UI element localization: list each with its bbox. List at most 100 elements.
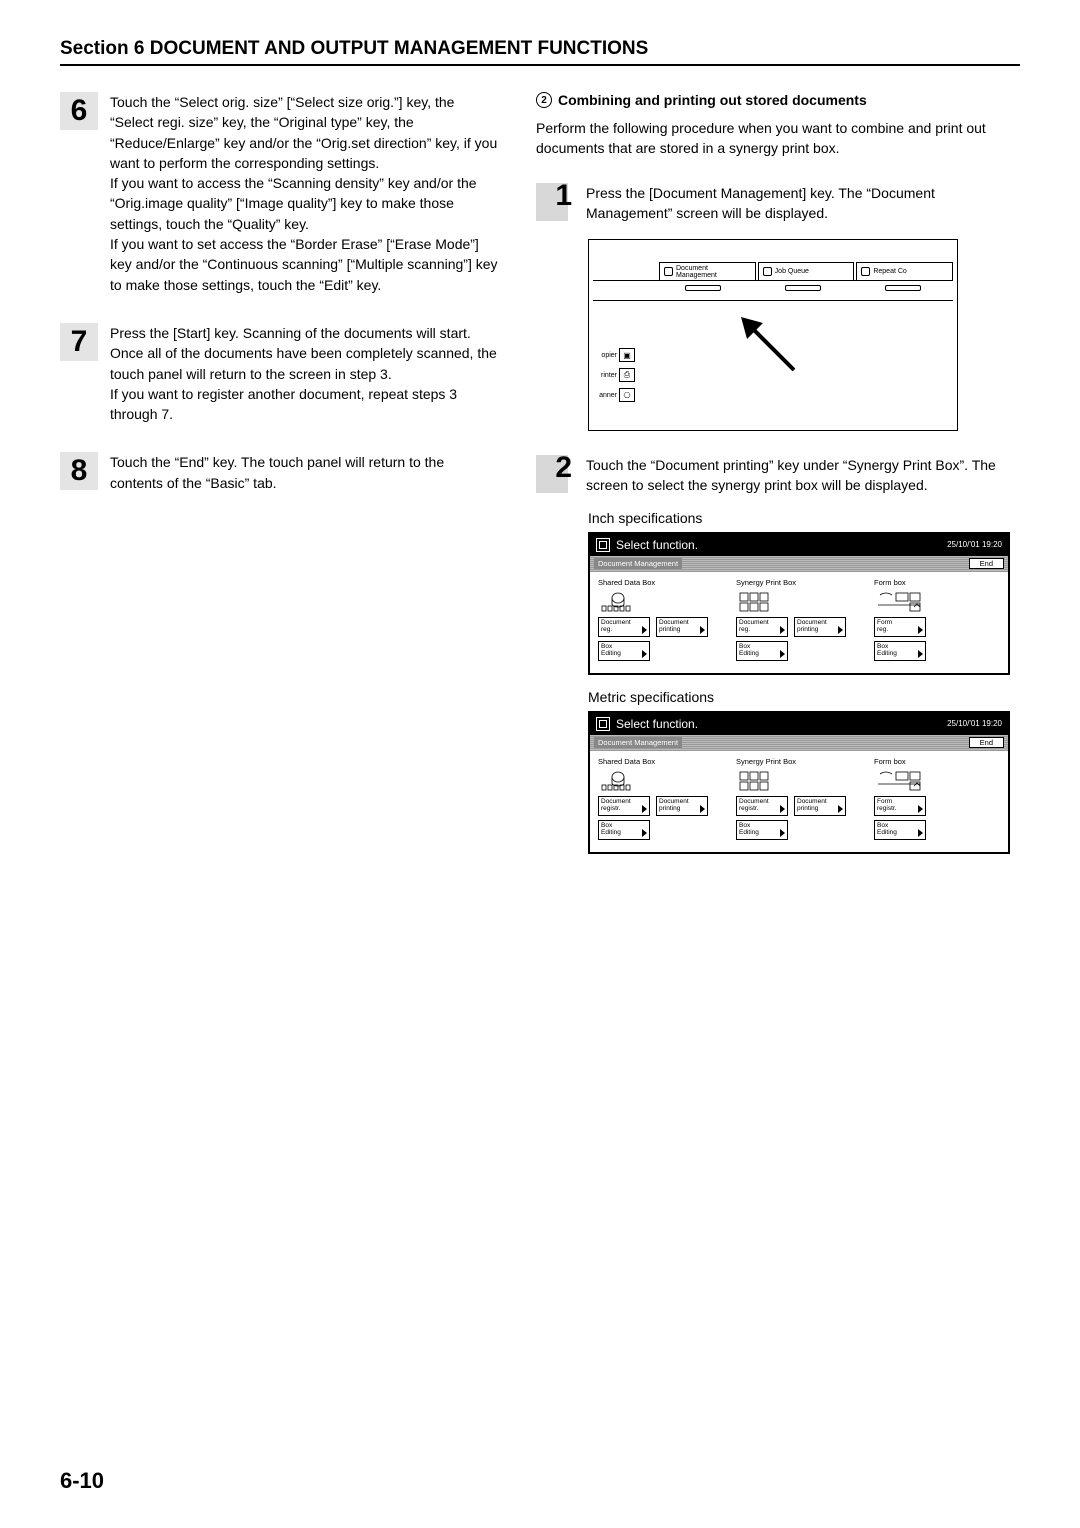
right-step-1: 1 Press the [Document Management] key. T… bbox=[536, 183, 1020, 224]
btn-line1: Box bbox=[739, 822, 750, 829]
btn-line2: registr. bbox=[739, 805, 759, 812]
left-column: 6 Touch the “Select orig. size” [“Select… bbox=[60, 92, 500, 854]
form-reg-button[interactable]: Formreg. bbox=[874, 617, 926, 637]
document-printing-button[interactable]: Documentprinting bbox=[794, 796, 846, 816]
panel-tab-label[interactable]: Document Management bbox=[594, 737, 682, 748]
column-header: Synergy Print Box bbox=[736, 578, 846, 587]
step-paragraph: If you want to set access the “Border Er… bbox=[110, 234, 500, 295]
btn-line1: Box bbox=[877, 822, 888, 829]
end-button[interactable]: End bbox=[969, 558, 1004, 569]
section-title: Section 6 DOCUMENT AND OUTPUT MANAGEMENT… bbox=[60, 38, 1020, 66]
step-number: 8 bbox=[60, 452, 98, 490]
panel-timestamp: 25/10/'01 19:20 bbox=[947, 719, 1002, 728]
document-management-icon bbox=[664, 267, 673, 276]
document-printing-button[interactable]: Documentprinting bbox=[656, 617, 708, 637]
document-reg-button[interactable]: Documentreg. bbox=[598, 617, 650, 637]
pointer-arrow-icon bbox=[739, 315, 809, 390]
step-text: Touch the “Document printing” key under … bbox=[586, 455, 1020, 496]
form-box-icon bbox=[874, 591, 926, 613]
scanner-button[interactable]: anner ⎔ bbox=[593, 388, 635, 402]
btn-line2: Editing bbox=[877, 829, 897, 836]
form-box-icon bbox=[874, 770, 926, 792]
box-editing-button[interactable]: BoxEditing bbox=[598, 641, 650, 661]
copier-icon: ▣ bbox=[619, 348, 635, 362]
btn-line2: Editing bbox=[601, 650, 621, 657]
btn-line1: Document bbox=[601, 798, 631, 805]
copier-button[interactable]: opier ▣ bbox=[593, 348, 635, 362]
panel-metric: Select function. 25/10/'01 19:20 Documen… bbox=[588, 711, 1010, 854]
shared-data-box-icon bbox=[598, 770, 708, 792]
box-editing-button[interactable]: BoxEditing bbox=[736, 641, 788, 661]
step-paragraph: If you want to register another document… bbox=[110, 384, 500, 425]
step-number: 6 bbox=[60, 92, 98, 130]
right-step-2: 2 Touch the “Document printing” key unde… bbox=[536, 455, 1020, 496]
box-editing-button[interactable]: BoxEditing bbox=[874, 641, 926, 661]
tab-label: Document Management bbox=[676, 265, 751, 279]
document-registr-button[interactable]: Documentregistr. bbox=[736, 796, 788, 816]
column-header: Shared Data Box bbox=[598, 757, 708, 766]
form-registr-button[interactable]: Formregistr. bbox=[874, 796, 926, 816]
step-paragraph: Touch the “Select orig. size” [“Select s… bbox=[110, 92, 500, 173]
subsection-intro: Perform the following procedure when you… bbox=[536, 118, 1020, 159]
step-text: Press the [Document Management] key. The… bbox=[586, 183, 1020, 224]
btn-line2: reg. bbox=[739, 626, 750, 633]
tab-job-queue[interactable]: Job Queue bbox=[758, 262, 855, 280]
btn-line2: printing bbox=[797, 805, 818, 812]
box-editing-button[interactable]: BoxEditing bbox=[598, 820, 650, 840]
column-header: Synergy Print Box bbox=[736, 757, 846, 766]
btn-line2: Editing bbox=[601, 829, 621, 836]
btn-line1: Box bbox=[739, 643, 750, 650]
button-label: rinter bbox=[593, 372, 617, 379]
box-editing-button[interactable]: BoxEditing bbox=[874, 820, 926, 840]
job-queue-icon bbox=[763, 267, 772, 276]
btn-line1: Form bbox=[877, 619, 892, 626]
btn-line1: Document bbox=[659, 619, 689, 626]
synergy-print-box-icon bbox=[736, 591, 846, 613]
btn-line1: Form bbox=[877, 798, 892, 805]
btn-line1: Document bbox=[659, 798, 689, 805]
panel-inch: Select function. 25/10/'01 19:20 Documen… bbox=[588, 532, 1010, 675]
panel-title: Select function. bbox=[616, 717, 698, 731]
btn-line1: Box bbox=[601, 643, 612, 650]
step-paragraph: Touch the “End” key. The touch panel wil… bbox=[110, 452, 500, 493]
step-paragraph: Press the [Start] key. Scanning of the d… bbox=[110, 323, 500, 384]
caption-metric: Metric specifications bbox=[588, 689, 1020, 705]
document-printing-button[interactable]: Documentprinting bbox=[656, 796, 708, 816]
window-icon bbox=[596, 717, 610, 731]
btn-line1: Document bbox=[797, 798, 827, 805]
panel-title: Select function. bbox=[616, 538, 698, 552]
step-7: 7 Press the [Start] key. Scanning of the… bbox=[60, 323, 500, 424]
step-number: 7 bbox=[60, 323, 98, 361]
btn-line1: Document bbox=[739, 619, 769, 626]
panel-tab-label[interactable]: Document Management bbox=[594, 558, 682, 569]
tab-repeat-copy[interactable]: Repeat Co bbox=[856, 262, 953, 280]
tab-label: Repeat Co bbox=[873, 268, 906, 275]
repeat-icon bbox=[861, 267, 870, 276]
step-number: 2 bbox=[555, 451, 572, 485]
document-printing-button[interactable]: Documentprinting bbox=[794, 617, 846, 637]
btn-line2: printing bbox=[797, 626, 818, 633]
end-button[interactable]: End bbox=[969, 737, 1004, 748]
btn-line1: Box bbox=[601, 822, 612, 829]
btn-line2: printing bbox=[659, 626, 680, 633]
step-graphic: 1 bbox=[536, 183, 576, 221]
caption-inch: Inch specifications bbox=[588, 510, 1020, 526]
tab-document-management[interactable]: Document Management bbox=[659, 262, 756, 280]
box-editing-button[interactable]: BoxEditing bbox=[736, 820, 788, 840]
document-reg-button[interactable]: Documentreg. bbox=[736, 617, 788, 637]
column-header: Shared Data Box bbox=[598, 578, 708, 587]
btn-line1: Document bbox=[739, 798, 769, 805]
printer-button[interactable]: rinter ⎙ bbox=[593, 368, 635, 382]
panel-timestamp: 25/10/'01 19:20 bbox=[947, 540, 1002, 549]
step-8: 8 Touch the “End” key. The touch panel w… bbox=[60, 452, 500, 493]
btn-line2: registr. bbox=[601, 805, 621, 812]
subsection-title: Combining and printing out stored docume… bbox=[558, 92, 867, 108]
page-number: 6-10 bbox=[60, 1468, 104, 1494]
step-paragraph: If you want to access the “Scanning dens… bbox=[110, 173, 500, 234]
scanner-icon: ⎔ bbox=[619, 388, 635, 402]
column-header: Form box bbox=[874, 578, 926, 587]
btn-line2: Editing bbox=[739, 650, 759, 657]
document-registr-button[interactable]: Documentregistr. bbox=[598, 796, 650, 816]
btn-line2: reg. bbox=[877, 626, 888, 633]
btn-line1: Document bbox=[601, 619, 631, 626]
